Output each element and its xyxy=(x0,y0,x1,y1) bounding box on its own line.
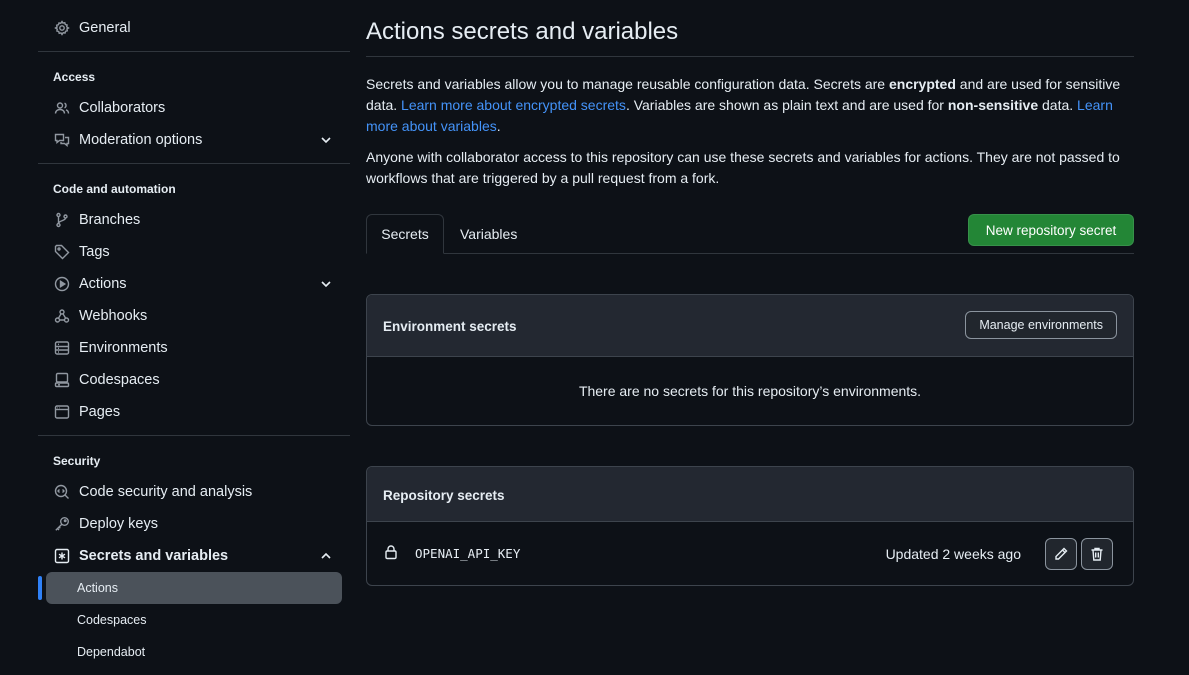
secret-updated-time: Updated 2 weeks ago xyxy=(885,546,1021,562)
sidebar-item-label: Actions xyxy=(79,276,127,292)
sidebar-item-label: Code security and analysis xyxy=(79,484,253,500)
sidebar-item-label: Moderation options xyxy=(79,132,203,148)
sidebar-item-moderation[interactable]: Moderation options xyxy=(46,124,346,156)
active-indicator xyxy=(38,576,42,600)
section-heading-code-automation: Code and automation xyxy=(53,182,176,196)
text-bold: non-sensitive xyxy=(947,97,1039,113)
sidebar-item-label: Branches xyxy=(79,212,141,228)
sidebar-item-actions[interactable]: Actions xyxy=(46,268,346,300)
empty-state-message: There are no secrets for this repository… xyxy=(578,383,922,399)
sidebar-item-codespaces[interactable]: Codespaces xyxy=(46,364,346,396)
box-header: Repository secrets xyxy=(367,467,1133,522)
sidebar-item-label: Secrets and variables xyxy=(79,548,229,564)
sidebar-item-label: Webhooks xyxy=(79,308,148,324)
browser-icon xyxy=(53,403,71,421)
comment-discussion-icon xyxy=(53,131,71,149)
text: Secrets and variables allow you to manag… xyxy=(366,76,889,92)
sidebar-item-label: Deploy keys xyxy=(79,516,158,532)
tag-icon xyxy=(53,243,71,261)
sidebar-item-secrets-variables[interactable]: Secrets and variables xyxy=(46,540,346,572)
sidebar-item-label: Tags xyxy=(79,244,110,260)
tab-secrets[interactable]: Secrets xyxy=(366,214,444,254)
box-header: Environment secrets Manage environments xyxy=(367,295,1133,357)
sidebar-divider xyxy=(38,163,350,164)
play-icon xyxy=(53,275,71,293)
sidebar-item-label: Codespaces xyxy=(79,372,160,388)
sidebar-item-code-security[interactable]: Code security and analysis xyxy=(46,476,346,508)
chevron-down-icon xyxy=(321,281,331,288)
sidebar-subitem-actions[interactable]: Actions xyxy=(46,572,342,604)
lock-icon xyxy=(385,545,397,560)
text: . Variables are shown as plain text and … xyxy=(625,97,948,113)
sidebar-item-branches[interactable]: Branches xyxy=(46,204,346,236)
sidebar-item-tags[interactable]: Tags xyxy=(46,236,346,268)
asterisk-icon xyxy=(53,547,71,565)
tab-bar: Secrets Variables New repository secret xyxy=(366,214,1134,254)
link-encrypted-secrets[interactable]: Learn more about encrypted secrets xyxy=(401,97,626,113)
sidebar-subitem-dependabot[interactable]: Dependabot xyxy=(46,636,342,668)
sidebar-item-label: General xyxy=(79,20,131,36)
access-note-paragraph: Anyone with collaborator access to this … xyxy=(366,149,1120,186)
settings-sidebar: General Access Collaborators Moderation … xyxy=(38,0,350,675)
server-icon xyxy=(53,339,71,357)
people-icon xyxy=(53,99,71,117)
title-divider xyxy=(366,56,1134,57)
sidebar-divider xyxy=(38,51,350,52)
git-branch-icon xyxy=(53,211,71,229)
delete-secret-button[interactable] xyxy=(1081,538,1113,570)
codespaces-icon xyxy=(53,371,71,389)
page-title: Actions secrets and variables xyxy=(366,18,679,45)
sidebar-item-webhooks[interactable]: Webhooks xyxy=(46,300,346,332)
new-repository-secret-button[interactable]: New repository secret xyxy=(968,214,1134,246)
text: . xyxy=(496,118,501,134)
sidebar-subitem-codespaces[interactable]: Codespaces xyxy=(46,604,342,636)
edit-secret-button[interactable] xyxy=(1045,538,1077,570)
trash-icon xyxy=(1091,547,1103,561)
environment-secrets-heading: Environment secrets xyxy=(383,319,517,334)
section-heading-security: Security xyxy=(53,454,101,468)
manage-environments-button[interactable]: Manage environments xyxy=(965,311,1117,339)
secret-name: OPENAI_API_KEY xyxy=(415,546,521,561)
repository-secrets-heading: Repository secrets xyxy=(383,488,505,503)
chevron-up-icon xyxy=(321,552,331,559)
secret-row: OPENAI_API_KEY Updated 2 weeks ago xyxy=(367,522,1133,585)
codescan-icon xyxy=(53,483,71,501)
sidebar-divider xyxy=(38,435,350,436)
intro-paragraph: Secrets and variables allow you to manag… xyxy=(366,74,1134,137)
sidebar-item-general[interactable]: General xyxy=(46,12,346,44)
sidebar-item-label: Environments xyxy=(79,340,168,356)
sidebar-item-pages[interactable]: Pages xyxy=(46,396,346,428)
sidebar-item-deploy-keys[interactable]: Deploy keys xyxy=(46,508,346,540)
text-bold: encrypted xyxy=(888,76,956,92)
sidebar-item-collaborators[interactable]: Collaborators xyxy=(46,92,346,124)
section-heading-access: Access xyxy=(53,70,96,84)
environment-secrets-box: Environment secrets Manage environments … xyxy=(366,294,1134,426)
repository-secrets-box: Repository secrets OPENAI_API_KEY Update… xyxy=(366,466,1134,586)
sidebar-item-environments[interactable]: Environments xyxy=(46,332,346,364)
sidebar-item-label: Collaborators xyxy=(79,100,166,116)
gear-icon xyxy=(53,19,71,37)
text: data. xyxy=(1038,97,1078,113)
sidebar-item-label: Pages xyxy=(79,404,121,420)
tab-variables[interactable]: Variables xyxy=(460,214,517,254)
chevron-down-icon xyxy=(321,137,331,144)
pencil-icon xyxy=(1055,547,1068,560)
webhook-icon xyxy=(53,307,71,325)
key-icon xyxy=(53,515,71,533)
